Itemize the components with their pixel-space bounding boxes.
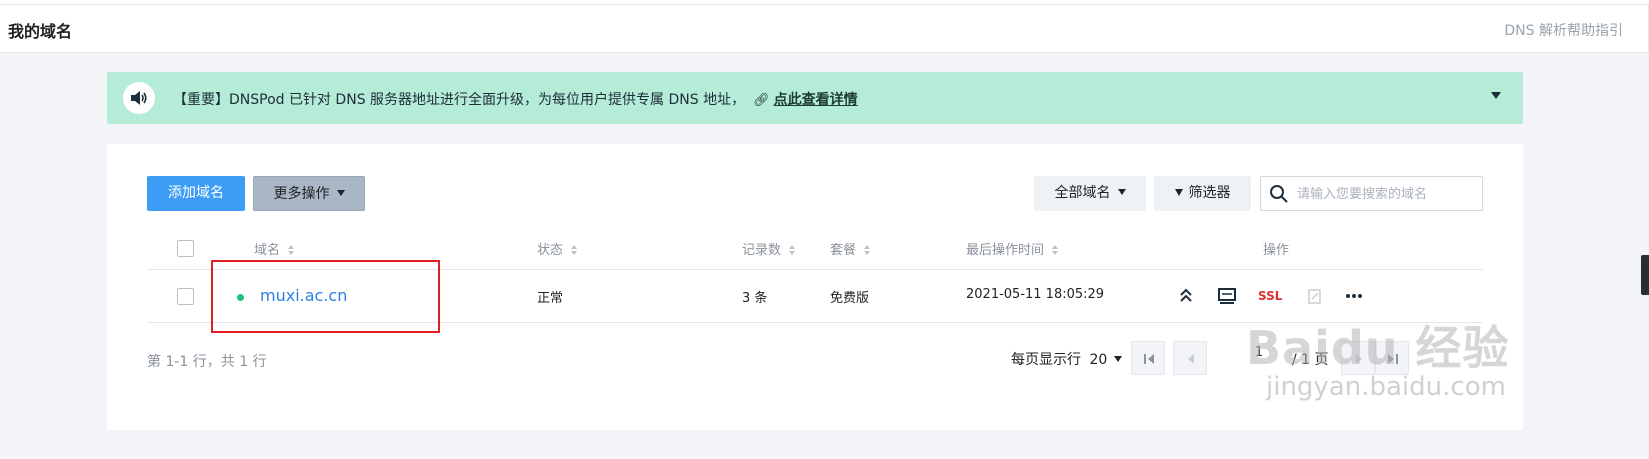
column-domain-label: 域名	[254, 243, 281, 258]
search-input[interactable]	[1297, 184, 1477, 204]
filter-label: 筛选器	[1188, 185, 1231, 201]
sort-icon	[571, 245, 578, 255]
page-title: 我的域名	[8, 22, 73, 41]
plan-cell: 免费版	[830, 291, 870, 306]
notice-text: 【重要】DNSPod 已针对 DNS 服务器地址进行全面升级，为每位用户提供专属…	[173, 92, 746, 108]
sort-icon	[789, 245, 796, 255]
search-box[interactable]	[1260, 176, 1483, 211]
record-count-cell: 3 条	[742, 291, 768, 306]
chevron-down-icon[interactable]	[1491, 92, 1501, 99]
all-domains-dropdown[interactable]: 全部域名	[1034, 176, 1146, 211]
collapse-icon[interactable]	[1179, 285, 1193, 307]
page-header: 我的域名 DNS 解析帮助指引	[0, 5, 1649, 53]
last-modified-cell: 2021-05-11 18:05:29	[966, 287, 1105, 302]
speaker-icon	[123, 82, 155, 114]
column-domain[interactable]: 域名	[254, 239, 295, 258]
status-cell: 正常	[537, 291, 564, 306]
column-record-count-label: 记录数	[742, 243, 782, 258]
column-plan[interactable]: 套餐	[830, 239, 871, 258]
prev-page-button[interactable]	[1173, 341, 1207, 375]
monitor-icon[interactable]	[1217, 285, 1237, 307]
watermark-brand: Baidu 经验	[1246, 321, 1510, 375]
watermark-url: jingyan.baidu.com	[1266, 372, 1506, 402]
all-domains-label: 全部域名	[1054, 185, 1111, 201]
select-all-checkbox[interactable]	[177, 240, 194, 257]
annotation-highlight-box	[211, 260, 440, 333]
search-icon	[1270, 185, 1288, 203]
column-status[interactable]: 状态	[537, 239, 578, 258]
row-checkbox[interactable]	[177, 288, 194, 305]
sort-icon	[288, 245, 295, 255]
more-options-icon[interactable]	[1343, 285, 1365, 307]
per-page-value: 20	[1089, 352, 1108, 368]
more-actions-button[interactable]: 更多操作	[253, 176, 365, 211]
per-page-label: 每页显示行	[1011, 352, 1081, 368]
more-actions-label: 更多操作	[273, 186, 330, 202]
column-last-modified-label: 最后操作时间	[966, 243, 1045, 258]
row-count-summary: 第 1-1 行，共 1 行	[147, 354, 267, 370]
column-last-modified[interactable]: 最后操作时间	[966, 239, 1059, 258]
filter-icon	[1174, 189, 1183, 196]
column-status-label: 状态	[537, 243, 564, 258]
column-actions: 操作	[1263, 243, 1290, 258]
sort-icon	[864, 245, 871, 255]
filter-button[interactable]: 筛选器	[1154, 176, 1251, 211]
link-icon: 🔗︎	[753, 93, 770, 108]
caret-down-icon	[336, 190, 345, 196]
first-page-button[interactable]	[1131, 341, 1165, 375]
ssl-button[interactable]: SSL	[1258, 289, 1282, 303]
edit-icon[interactable]	[1307, 285, 1323, 307]
sort-icon	[1052, 245, 1059, 255]
column-record-count[interactable]: 记录数	[742, 239, 796, 258]
caret-down-icon	[1117, 189, 1126, 195]
caret-down-icon	[1114, 356, 1123, 362]
dns-help-link[interactable]: DNS 解析帮助指引	[1504, 20, 1623, 40]
notice-details-link[interactable]: 点此查看详情	[774, 89, 858, 109]
side-panel-handle[interactable]	[1641, 255, 1649, 295]
notice-message: 【重要】DNSPod 已针对 DNS 服务器地址进行全面升级，为每位用户提供专属…	[173, 89, 858, 109]
column-plan-label: 套餐	[830, 243, 857, 258]
add-domain-button[interactable]: 添加域名	[147, 176, 245, 211]
notice-banner: 【重要】DNSPod 已针对 DNS 服务器地址进行全面升级，为每位用户提供专属…	[107, 72, 1523, 124]
per-page-selector[interactable]: 每页显示行 20	[1011, 349, 1123, 369]
